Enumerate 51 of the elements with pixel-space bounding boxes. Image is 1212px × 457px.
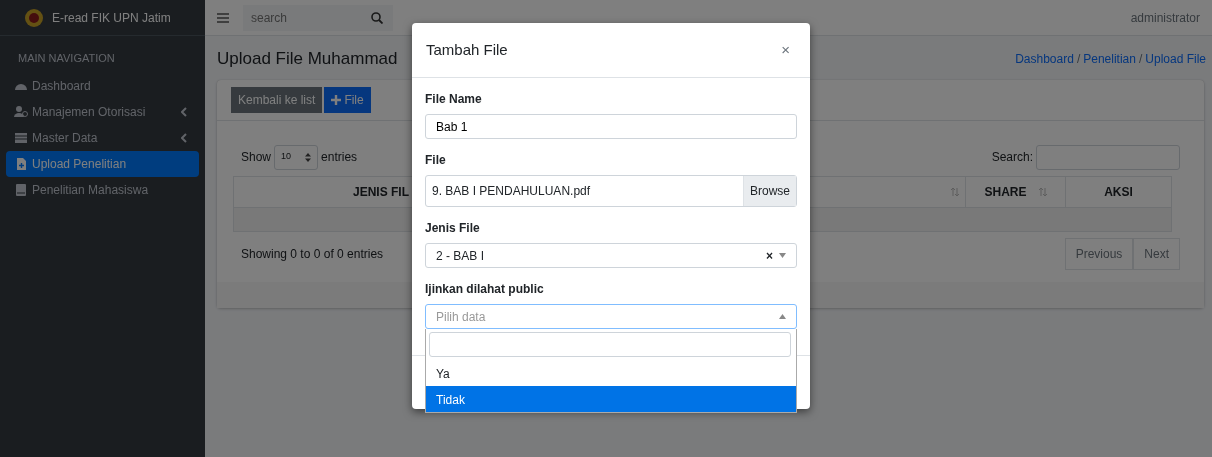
- sidebar-item[interactable]: Upload Penelitian: [6, 150, 199, 177]
- dropdown-option[interactable]: Ya: [426, 360, 796, 386]
- sidebar-item[interactable]: Manajemen Otorisasi: [6, 98, 199, 125]
- menu-icon: [217, 12, 229, 23]
- brand-title[interactable]: E-read FIK UPN Jatim: [52, 8, 171, 27]
- column-header[interactable]: SHARE: [965, 176, 1066, 207]
- user-name[interactable]: administrator: [1130, 8, 1200, 27]
- show-label: Show: [241, 149, 272, 166]
- close-button[interactable]: ×: [775, 37, 796, 63]
- dropdown-option[interactable]: Tidak: [426, 386, 796, 412]
- field-label: Ijinkan dilahat public: [425, 281, 545, 298]
- clear-selection-icon[interactable]: ×: [766, 246, 773, 265]
- file-field[interactable]: 9. BAB I PENDAHULUAN.pdf Browse: [425, 175, 797, 207]
- breadcrumb-link[interactable]: Dashboard: [1015, 49, 1074, 68]
- entries-label: entries: [321, 149, 358, 166]
- search-label: Search:: [991, 149, 1033, 166]
- pagination-button[interactable]: Next: [1133, 237, 1180, 270]
- nav-header: MAIN NAVIGATION: [17, 51, 116, 66]
- breadcrumb-link[interactable]: Penelitian: [1083, 49, 1136, 68]
- plus-icon: [331, 94, 342, 105]
- sort-icon: [305, 152, 312, 162]
- sidebar-item[interactable]: Penelitian Mahasiswa: [6, 176, 199, 203]
- caret-down-icon: [779, 253, 786, 258]
- field-label: File: [425, 152, 447, 169]
- search-field[interactable]: search: [243, 4, 393, 31]
- file-icon: [14, 156, 28, 171]
- logo-icon: [24, 7, 44, 28]
- select-field[interactable]: 2 - BAB I ×: [425, 243, 797, 268]
- search-field[interactable]: [1036, 144, 1180, 170]
- book-icon: [14, 182, 28, 197]
- field-label: Jenis File: [425, 220, 481, 237]
- modal-title: Tambah File: [426, 39, 508, 60]
- add-file-button[interactable]: File: [324, 86, 371, 113]
- caret-up-icon: [779, 314, 786, 319]
- sidebar-item[interactable]: Master Data: [6, 124, 199, 151]
- breadcrumb-link[interactable]: Upload File: [1145, 49, 1206, 68]
- breadcrumb-separator: /: [1076, 50, 1081, 68]
- page-title: Upload File Muhammad: [217, 48, 398, 70]
- pagination-button[interactable]: Previous: [1064, 237, 1134, 270]
- breadcrumb-separator: /: [1138, 50, 1143, 68]
- sidebar-item[interactable]: Dashboard: [6, 72, 199, 99]
- text-field[interactable]: Bab 1: [425, 114, 797, 139]
- table-icon: [14, 130, 28, 145]
- column-header[interactable]: AKSI: [1065, 176, 1172, 207]
- page-size-select[interactable]: 10: [274, 144, 319, 170]
- select-field[interactable]: Pilih data: [425, 304, 797, 329]
- users-icon: [14, 104, 28, 119]
- dropdown-search-field[interactable]: [429, 332, 791, 357]
- field-label: File Name: [425, 91, 483, 108]
- back-button[interactable]: Kembali ke list: [231, 86, 323, 113]
- table-info: Showing 0 to 0 of 0 entries: [241, 245, 384, 263]
